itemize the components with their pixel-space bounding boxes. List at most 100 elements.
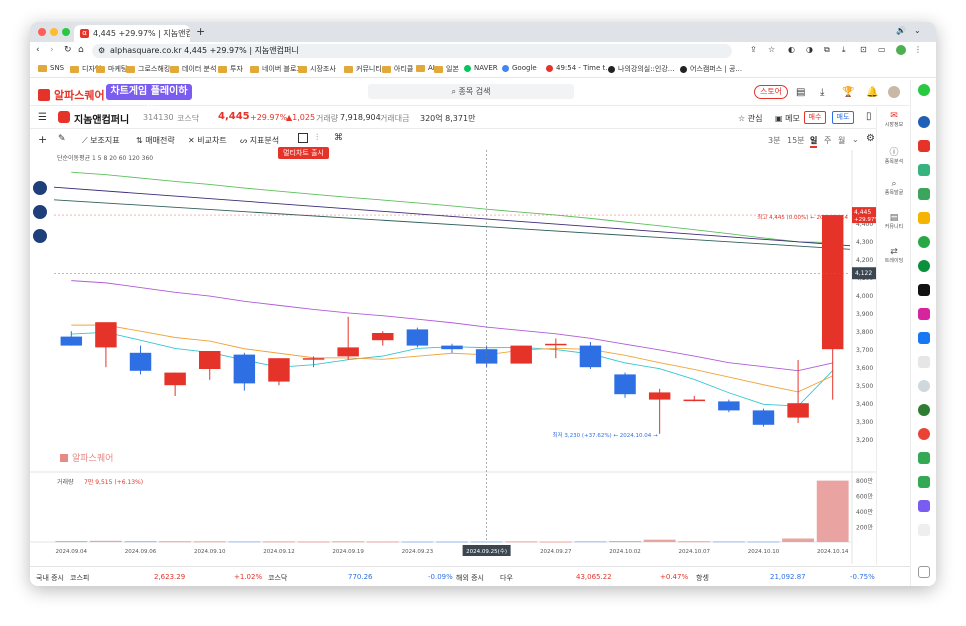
download-icon[interactable]: ⤓ — [842, 45, 846, 55]
add-icon[interactable]: + — [38, 133, 47, 146]
camera-icon[interactable]: ⌘ — [334, 133, 343, 143]
community-button[interactable]: ▤ 커뮤니티 — [877, 213, 911, 230]
bookmark-item[interactable]: 데이터 분석 — [170, 64, 216, 74]
bookmark-item[interactable]: AI — [416, 64, 435, 72]
audio-icon[interactable]: 🔊 — [896, 26, 906, 35]
period-day[interactable]: 일 — [810, 135, 818, 148]
period-month[interactable]: 월 — [838, 135, 845, 146]
google-icon[interactable] — [918, 428, 930, 440]
tiktok-icon[interactable] — [918, 284, 930, 296]
sell-button[interactable]: 매도 — [832, 111, 854, 124]
close-window-button[interactable] — [38, 28, 46, 36]
bell-icon[interactable]: 🔔 — [866, 87, 878, 98]
app-icon[interactable] — [918, 260, 930, 272]
user-avatar[interactable] — [888, 86, 900, 98]
extension-icon[interactable]: ◐ — [788, 45, 795, 54]
forward-button[interactable]: › — [50, 45, 54, 55]
minimize-window-button[interactable] — [50, 28, 58, 36]
indicator-button[interactable]: ⟋ 보조지표 — [82, 135, 120, 146]
app-icon[interactable] — [918, 356, 930, 368]
multichart-icon[interactable] — [298, 133, 308, 143]
app-icon[interactable] — [918, 500, 930, 512]
ai-assistant-icon[interactable] — [918, 84, 930, 96]
app-logo[interactable]: 알파스퀘어 — [38, 87, 105, 103]
period-week[interactable]: 주 — [824, 135, 831, 146]
reload-button[interactable]: ↻ — [64, 45, 72, 55]
download-icon[interactable]: ⤓ — [820, 87, 824, 98]
market-info-button[interactable]: ✉ 시장정보 — [877, 111, 911, 128]
share-icon[interactable]: ⇪ — [750, 45, 757, 54]
bookmark-item[interactable]: 네이버 블로그 — [250, 64, 303, 74]
chart-game-button[interactable]: 차트게임 플레이하기 — [106, 84, 192, 113]
bookmark-item[interactable]: 어스캠퍼스 | 공... — [680, 64, 742, 74]
trophy-icon[interactable]: 🏆 — [842, 87, 854, 98]
panel-toggle-icon[interactable]: ▯ — [866, 111, 872, 122]
instagram-icon[interactable] — [918, 308, 930, 320]
add-icon[interactable] — [918, 524, 930, 536]
star-app-icon[interactable] — [918, 212, 930, 224]
app-icon[interactable] — [918, 116, 930, 128]
play-icon[interactable] — [918, 476, 930, 488]
app-icon[interactable] — [918, 236, 930, 248]
bookmark-item[interactable]: 49:54 - Time t... — [546, 64, 612, 72]
compare-chart-button[interactable]: ✕ 비교차트 — [188, 135, 227, 146]
news-icon[interactable]: ▤ — [796, 87, 805, 98]
bookmark-item[interactable]: 마케팅 — [96, 64, 127, 74]
bookmark-item[interactable]: 투자 — [218, 64, 243, 74]
trading-button[interactable]: ⇄ 트레이딩 — [877, 247, 911, 264]
settings-gear-icon[interactable]: ⚙ — [866, 133, 875, 144]
app-icon[interactable] — [918, 188, 930, 200]
buy-button[interactable]: 매수 — [804, 111, 826, 124]
facebook-icon[interactable] — [918, 332, 930, 344]
menu-icon[interactable]: ⋮ — [914, 45, 922, 54]
sidebar-toggle-icon[interactable]: ▭ — [878, 45, 886, 54]
dow-label[interactable]: 다우 — [500, 573, 513, 583]
bookmark-item[interactable]: Google — [502, 64, 537, 72]
extension-icon[interactable]: ◑ — [806, 45, 813, 54]
back-button[interactable]: ‹ — [36, 45, 40, 55]
stock-search-input[interactable]: ⌕ 종목 검색 — [368, 84, 574, 99]
period-3m[interactable]: 3분 — [768, 135, 780, 146]
pin-icon[interactable] — [918, 566, 930, 578]
bookmark-item[interactable]: SNS — [38, 64, 64, 72]
bookmark-star-icon[interactable]: ☆ — [768, 45, 775, 54]
pocket-icon[interactable] — [918, 140, 930, 152]
maximize-window-button[interactable] — [62, 28, 70, 36]
profile-avatar[interactable] — [896, 45, 906, 55]
hangseng-label[interactable]: 항셍 — [696, 573, 709, 583]
bookmark-item[interactable]: 일본 — [434, 64, 459, 74]
sheets-icon[interactable] — [918, 164, 930, 176]
pen-icon[interactable]: ✎ — [58, 134, 66, 144]
bookmark-item[interactable]: 시장조사 — [298, 64, 336, 74]
bookmark-item[interactable]: 아티클 — [382, 64, 413, 74]
url-input[interactable]: ⚙ alphasquare.co.kr 4,445 +29.97% | 지놈앤컴… — [92, 44, 732, 58]
stock-analysis-button[interactable]: ⓘ 종목분석 — [877, 145, 911, 165]
new-tab-button[interactable]: + — [196, 25, 205, 38]
period-more-icon[interactable]: ⌄ — [852, 135, 859, 144]
stock-discovery-button[interactable]: ⌕ 종목발굴 — [877, 179, 911, 196]
browser-tab[interactable]: α 4,445 +29.97% | 지놈앤컴퍼니 — [74, 25, 190, 42]
stock-name[interactable]: 지놈앤컴퍼니 — [74, 111, 129, 126]
screenshot-icon[interactable]: ⊡ — [860, 45, 867, 54]
chart-area[interactable]: 3,200 3,300 3,400 3,500 3,600 3,700 3,800 3,900… — [30, 150, 910, 564]
bookmark-item[interactable]: 커뮤니티 — [344, 64, 382, 74]
chevron-down-icon[interactable]: ⌄ — [914, 26, 921, 35]
bookmark-item[interactable]: 그로스해킹 — [126, 64, 170, 74]
kospi-label[interactable]: 코스피 — [70, 573, 89, 583]
site-info-icon[interactable]: ⚙ — [98, 44, 105, 58]
indicator-analysis-button[interactable]: ᔕ 지표분석 — [240, 135, 279, 146]
puzzle-icon[interactable]: ⧉ — [824, 45, 830, 55]
memo-button[interactable]: ▣ 메모 — [775, 113, 800, 124]
store-button[interactable]: 스토어 — [754, 85, 788, 99]
bookmark-item[interactable]: NAVER — [464, 64, 498, 72]
home-icon[interactable]: ⌂ — [78, 45, 84, 55]
strategy-button[interactable]: ⇅ 매매전략 — [136, 135, 175, 146]
hamburger-menu-icon[interactable]: ☰ — [38, 112, 47, 123]
price-chart[interactable]: 3,200 3,300 3,400 3,500 3,600 3,700 3,800 3,900… — [30, 150, 880, 564]
period-15m[interactable]: 15분 — [787, 135, 805, 146]
bookmark-item[interactable]: 나의강의실::인강... — [608, 64, 674, 74]
app-icon[interactable] — [918, 380, 930, 392]
candle-type-icon[interactable]: ⫶ — [316, 133, 318, 143]
play-icon[interactable] — [918, 452, 930, 464]
kosdaq-label[interactable]: 코스닥 — [268, 573, 287, 583]
